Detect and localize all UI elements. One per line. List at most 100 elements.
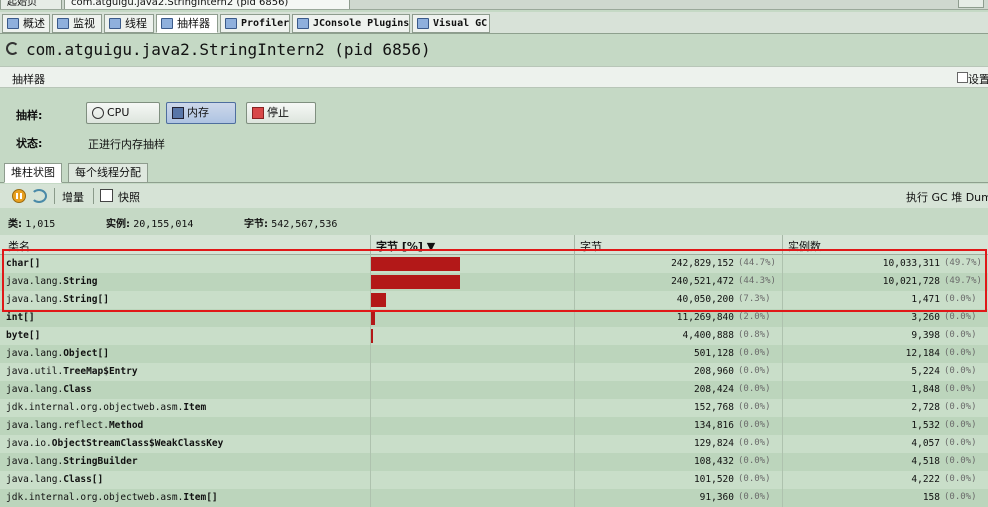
heap-dump-button[interactable]: 堆 Dump	[951, 191, 988, 204]
column-divider[interactable]	[370, 235, 371, 255]
column-divider[interactable]	[782, 235, 783, 255]
page-title: com.atguigu.java2.StringIntern2 (pid 685…	[26, 40, 431, 59]
tab-sampler[interactable]: 抽样器	[156, 14, 218, 33]
class-simple-name: ObjectStreamClass$WeakClassKey	[51, 438, 224, 449]
settings-checkbox[interactable]	[957, 72, 968, 83]
tab-visual-gc[interactable]: Visual GC	[412, 14, 490, 33]
column-instances[interactable]: 实例数	[788, 238, 821, 254]
tab-profiler[interactable]: Profiler	[220, 14, 290, 33]
bytes-cell: 240,521,472	[671, 276, 734, 287]
memory-button[interactable]: 内存	[166, 102, 236, 124]
class-simple-name: StringBuilder	[63, 456, 138, 467]
tab-threads-label: 线程	[125, 17, 147, 30]
tab-overview[interactable]: 概述	[2, 14, 50, 33]
tab-jconsole-plugins[interactable]: JConsole Plugins	[292, 14, 410, 33]
tab-per-thread-allocation[interactable]: 每个线程分配	[68, 163, 148, 183]
bytes-percent-cell: (0.0%)	[738, 402, 771, 412]
class-name-cell: jdk.internal.org.objectweb.asm.Item[]	[6, 492, 218, 503]
tab-monitor[interactable]: 监视	[52, 14, 102, 33]
cell-divider	[782, 327, 783, 345]
table-row[interactable]: java.lang.Class 208,424 (0.0%) 1,848 (0.0%)	[0, 381, 988, 399]
settings-label: 设置	[968, 73, 988, 86]
column-bytes-percent[interactable]: 字节 [%] ▼	[376, 238, 435, 254]
table-row[interactable]: jdk.internal.org.objectweb.asm.Item 152,7…	[0, 399, 988, 417]
instances-cell: 12,184	[905, 348, 940, 359]
table-row[interactable]: java.lang.String 240,521,472 (44.3%) 10,021…	[0, 273, 988, 291]
bytes-percent-bar	[371, 275, 460, 289]
class-simple-name: Class[]	[63, 474, 104, 485]
table-row[interactable]: int[] 11,269,840 (2.0%) 3,260 (0.0%)	[0, 309, 988, 327]
cell-divider	[782, 363, 783, 381]
bytes-percent-cell: (0.0%)	[738, 492, 771, 502]
instances-percent-cell: (0.0%)	[944, 420, 977, 430]
bytes-percent-bar	[371, 329, 373, 343]
class-name-cell: java.util.TreeMap$Entry	[6, 366, 138, 377]
tab-process[interactable]: com.atguigu.java2.StringIntern2 (pid 685…	[64, 0, 350, 9]
cell-divider	[574, 417, 575, 435]
table-row[interactable]: java.lang.String[] 40,050,200 (7.3%) 1,471 (…	[0, 291, 988, 309]
classes-summary: 类: 1,015	[8, 215, 55, 230]
cell-divider	[782, 273, 783, 291]
delta-button[interactable]: 增量	[62, 189, 84, 205]
bytes-percent-bar	[371, 293, 386, 307]
bytes-cell: 4,400,888	[682, 330, 734, 341]
cell-divider	[782, 471, 783, 489]
instances-cell: 1,532	[911, 420, 940, 431]
table-row[interactable]: java.util.TreeMap$Entry 208,960 (0.0%) 5,22…	[0, 363, 988, 381]
reset-icon[interactable]	[31, 189, 47, 203]
profiler-icon	[225, 18, 237, 29]
bytes-cell: 134,816	[693, 420, 734, 431]
bytes-cell: 152,768	[693, 402, 734, 413]
bytes-cell: 242,829,152	[671, 258, 734, 269]
table-row[interactable]: byte[] 4,400,888 (0.8%) 9,398 (0.0%)	[0, 327, 988, 345]
snapshot-button[interactable]: 快照	[118, 189, 140, 205]
table-row[interactable]: java.io.ObjectStreamClass$WeakClassKey 12…	[0, 435, 988, 453]
perform-gc-button[interactable]: 执行 GC	[906, 191, 948, 204]
stop-icon	[252, 107, 264, 119]
cpu-button[interactable]: CPU	[86, 102, 160, 124]
package-name: java.lang.	[6, 294, 64, 305]
cell-divider	[782, 255, 783, 273]
cell-divider	[370, 399, 371, 417]
column-class-name[interactable]: 类名	[8, 238, 30, 254]
cell-divider	[370, 417, 371, 435]
table-row[interactable]: java.lang.Object[] 501,128 (0.0%) 12,184 (0.…	[0, 345, 988, 363]
jconsole-icon	[297, 18, 309, 29]
bytes-percent-cell: (44.3%)	[738, 276, 776, 286]
tab-heap-histogram[interactable]: 堆柱状图	[4, 163, 62, 183]
tab-sampler-label: 抽样器	[177, 17, 210, 30]
classes-value: 1,015	[25, 219, 56, 230]
table-row[interactable]: java.lang.reflect.Method 134,816 (0.0%) 1,5…	[0, 417, 988, 435]
bytes-cell: 208,960	[693, 366, 734, 377]
class-simple-name: Class	[63, 384, 92, 395]
tab-start-page[interactable]: 起始页	[0, 0, 62, 9]
instances-label: 实例:	[106, 219, 130, 230]
page-header: com.atguigu.java2.StringIntern2 (pid 685…	[0, 35, 988, 65]
monitor-icon	[57, 18, 69, 29]
cell-divider	[782, 453, 783, 471]
class-simple-name: Method	[108, 420, 144, 431]
table-row[interactable]: jdk.internal.org.objectweb.asm.Item[] 91,…	[0, 489, 988, 507]
column-divider[interactable]	[574, 235, 575, 255]
table-row[interactable]: char[] 242,829,152 (44.7%) 10,033,311 (49.7%…	[0, 255, 988, 273]
section-title: 抽样器	[12, 73, 45, 86]
table-row[interactable]: java.lang.StringBuilder 108,432 (0.0%) 4,51…	[0, 453, 988, 471]
cell-divider	[574, 453, 575, 471]
window-controls[interactable]	[958, 0, 984, 8]
column-bytes[interactable]: 字节	[580, 238, 602, 254]
cell-divider	[782, 345, 783, 363]
pause-icon[interactable]	[12, 189, 26, 203]
package-name: java.lang.	[6, 384, 64, 395]
stop-button[interactable]: 停止	[246, 102, 316, 124]
summary-bar: 类: 1,015 实例: 20,155,014 字节: 542,567,536	[0, 210, 988, 230]
instances-percent-cell: (49.7%)	[944, 258, 982, 268]
bytes-cell: 208,424	[693, 384, 734, 395]
table-row[interactable]: java.lang.Class[] 101,520 (0.0%) 4,222 (0.0%…	[0, 471, 988, 489]
class-simple-name: Item	[183, 402, 207, 413]
class-name-cell: java.lang.String	[6, 276, 98, 287]
cell-divider	[370, 363, 371, 381]
instances-cell: 9,398	[911, 330, 940, 341]
threads-icon	[109, 18, 121, 29]
package-name: java.lang.	[6, 276, 64, 287]
tab-threads[interactable]: 线程	[104, 14, 154, 33]
